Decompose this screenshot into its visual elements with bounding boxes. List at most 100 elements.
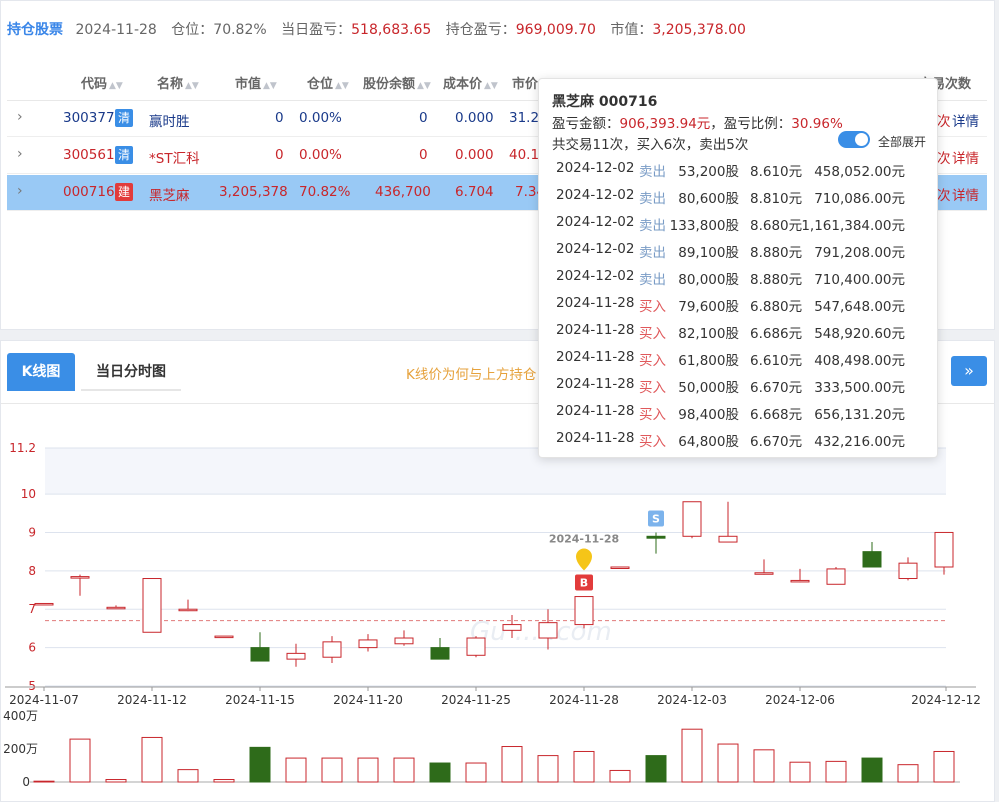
col-header-position[interactable]: 仓位 ▲▼	[307, 73, 349, 92]
trade-amount: 710,400.00元	[814, 272, 905, 288]
volume-bar	[429, 762, 451, 783]
expand-all-toggle[interactable]	[838, 131, 870, 148]
trade-count: 次	[937, 151, 951, 167]
shares: 0	[419, 147, 428, 163]
trade-row: 2024-11-28 买入 64,800股 6.670元 432,216.00元	[539, 425, 937, 452]
trade-amount: 791,208.00元	[814, 245, 905, 261]
detail-link[interactable]: 详情	[952, 147, 979, 167]
stock-name[interactable]: 赢时胜	[149, 110, 190, 130]
trade-qty: 61,800股	[678, 353, 739, 369]
volume-bar	[69, 738, 91, 783]
sort-icon[interactable]: ▲▼	[335, 81, 349, 91]
trade-date: 2024-11-28	[556, 349, 635, 365]
x-tick-label: 2024-12-12	[911, 693, 981, 707]
position: 0.00%	[299, 147, 342, 163]
volume-bar	[681, 728, 703, 783]
detail-link[interactable]: 详情	[952, 110, 979, 130]
trade-price: 8.880元	[750, 272, 803, 288]
trade-qty: 79,600股	[678, 299, 739, 315]
detail-link[interactable]: 详情	[952, 184, 979, 204]
trade-price: 8.680元	[750, 218, 803, 234]
trade-date: 2024-11-28	[556, 295, 635, 311]
trade-side: 卖出	[639, 272, 666, 288]
candle-body	[430, 647, 450, 660]
candle-body	[466, 637, 486, 656]
volume-bar	[177, 769, 199, 783]
trade-amount: 458,052.00元	[814, 164, 905, 180]
volume-bar	[717, 743, 739, 783]
volume-bar	[249, 746, 271, 783]
trade-qty: 80,000股	[678, 272, 739, 288]
candle-body	[178, 608, 198, 612]
stock-name[interactable]: 黑芝麻	[149, 184, 190, 204]
sort-icon[interactable]: ▲▼	[109, 81, 123, 91]
trade-date: 2024-12-02	[556, 214, 635, 230]
trade-amount: 408,498.00元	[814, 353, 905, 369]
trade-amount: 432,216.00元	[814, 434, 905, 450]
sort-icon[interactable]: ▲▼	[484, 81, 498, 91]
x-tick-label: 2024-12-06	[765, 693, 835, 707]
candle-body	[574, 596, 594, 626]
candle-body	[142, 578, 162, 633]
trade-row: 2024-11-28 买入 82,100股 6.686元 548,920.60元	[539, 317, 937, 344]
volume-bar	[645, 755, 667, 783]
market-value: 3,205,378	[219, 184, 288, 200]
trade-side: 买入	[639, 407, 666, 423]
chevron-right-icon[interactable]: ›	[17, 109, 23, 125]
y-tick-label: 6	[28, 641, 36, 655]
candle-body	[934, 531, 954, 568]
tab-kline[interactable]: K线图	[7, 353, 75, 391]
holdings-title: 持仓股票	[7, 22, 63, 38]
volume-bar	[933, 750, 955, 783]
trade-side: 买入	[639, 353, 666, 369]
trade-date: 2024-11-28	[556, 322, 635, 338]
chevron-right-icon[interactable]: ›	[17, 146, 23, 162]
trade-price: 6.880元	[750, 299, 803, 315]
trade-row: 2024-12-02 卖出 89,100股 8.880元 791,208.00元	[539, 236, 937, 263]
trade-qty: 98,400股	[678, 407, 739, 423]
candle-body	[538, 622, 558, 639]
y-tick-label: 11.2	[9, 441, 36, 455]
candle-body	[754, 572, 774, 575]
volume-bar	[357, 757, 379, 783]
stock-code: 300561	[63, 147, 115, 163]
col-header-code[interactable]: 代码 ▲▼	[81, 73, 123, 92]
sort-icon[interactable]: ▲▼	[417, 81, 431, 91]
candle-body	[34, 602, 54, 606]
sort-icon[interactable]: ▲▼	[263, 81, 277, 91]
expand-button[interactable]: »	[951, 356, 987, 386]
chevron-right-icon[interactable]: ›	[17, 183, 23, 199]
pl-value: 906,393.94元	[619, 116, 711, 132]
stock-name[interactable]: *ST汇科	[149, 147, 200, 167]
col-header-market-value[interactable]: 市值 ▲▼	[235, 73, 277, 92]
volume-bar	[501, 746, 523, 783]
cost-price: 6.704	[455, 184, 494, 200]
trade-qty: 80,600股	[678, 191, 739, 207]
volume-bar	[285, 757, 307, 783]
shares: 0	[419, 110, 428, 126]
trade-qty: 64,800股	[678, 434, 739, 450]
candle-body	[250, 647, 270, 662]
volume-bar	[105, 779, 127, 783]
trade-side: 买入	[639, 299, 666, 315]
candle-body	[862, 551, 882, 568]
col-header-shares[interactable]: 股份余额 ▲▼	[363, 73, 431, 92]
col-header-cost[interactable]: 成本价 ▲▼	[443, 73, 498, 92]
holding-pl-label: 持仓盈亏：	[445, 22, 516, 38]
daily-pl-value: 518,683.65	[351, 22, 432, 38]
price-note-link[interactable]: K线价为何与上方持仓	[406, 363, 536, 383]
trade-row: 2024-12-02 卖出 80,000股 8.880元 710,400.00元	[539, 263, 937, 290]
cost-price: 0.000	[455, 110, 494, 126]
position-value: 70.82%	[213, 22, 267, 38]
trade-row: 2024-11-28 买入 50,000股 6.670元 333,500.00元	[539, 371, 937, 398]
double-chevron-right-icon: »	[964, 361, 974, 380]
candle-body	[70, 576, 90, 579]
x-tick-label: 2024-11-28	[549, 693, 619, 707]
col-header-name[interactable]: 名称 ▲▼	[157, 73, 199, 92]
trade-amount: 333,500.00元	[814, 380, 905, 396]
sort-icon[interactable]: ▲▼	[185, 81, 199, 91]
trade-amount: 548,920.60元	[814, 326, 905, 342]
volume-bar	[321, 757, 343, 783]
tab-intraday[interactable]: 当日分时图	[81, 353, 181, 391]
trade-price: 6.686元	[750, 326, 803, 342]
